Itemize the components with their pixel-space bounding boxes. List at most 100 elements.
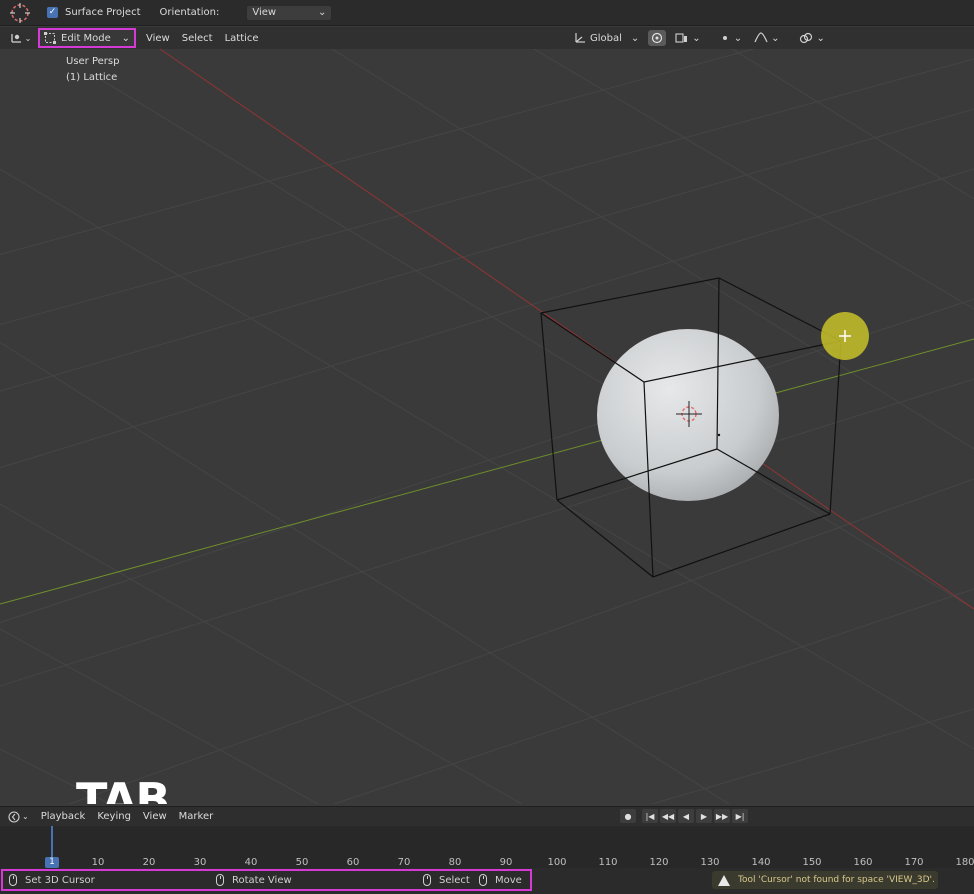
frame-number: 70 — [397, 857, 411, 868]
frame-number: 130 — [700, 857, 720, 868]
frame-number: 110 — [598, 857, 618, 868]
pivot-point-button[interactable] — [648, 30, 667, 46]
frame-number: 40 — [244, 857, 258, 868]
hint-move: Move — [479, 874, 522, 886]
hint-rotate-view: Rotate View — [216, 874, 292, 886]
cursor-tool-icon[interactable] — [9, 2, 31, 24]
viewport-scene — [0, 49, 974, 804]
object-origin-dot — [717, 433, 721, 437]
surface-project-label: Surface Project — [65, 7, 141, 18]
mode-select[interactable]: Edit Mode ⌄ — [38, 28, 136, 48]
editor-type-button[interactable]: ⌄ — [4, 29, 36, 47]
frame-number: 80 — [448, 857, 462, 868]
frame-number: 100 — [547, 857, 567, 868]
mouse-right-icon — [423, 874, 431, 886]
chevron-down-icon: ⌄ — [733, 32, 743, 44]
hint-set-3d-cursor-label: Set 3D Cursor — [25, 874, 95, 886]
timeline-editor-type-button[interactable]: ⌄ — [8, 810, 29, 823]
current-frame-indicator[interactable]: 1 — [45, 857, 59, 868]
view-name-label: User Persp — [66, 56, 120, 67]
warning-message: Tool 'Cursor' not found for space 'VIEW_… — [738, 875, 935, 885]
frame-ruler[interactable]: 10 20 30 40 50 60 70 80 90 100 110 120 130 140 150 160 1… — [0, 857, 974, 868]
hint-set-3d-cursor: Set 3D Cursor — [9, 874, 95, 886]
frame-number: 20 — [142, 857, 156, 868]
proportional-edit-button[interactable]: ⌄ — [716, 30, 745, 46]
orientation-label: Orientation: — [159, 7, 220, 18]
chevron-down-icon: ⌄ — [22, 812, 29, 821]
timeline-area[interactable]: 10 20 30 40 50 60 70 80 90 100 110 120 130 140 150 160 1… — [0, 826, 974, 868]
y-axis-line — [0, 338, 974, 605]
hint-select-label: Select — [439, 874, 470, 886]
transform-orientation-select[interactable]: Global ⌄ — [570, 30, 642, 46]
hint-move-label: Move — [495, 874, 522, 886]
chevron-down-icon: ⌄ — [630, 32, 640, 44]
play-reverse-button[interactable]: ◀ — [678, 809, 694, 823]
status-hints: Set 3D Cursor Rotate View Select Move — [1, 869, 532, 891]
timeline-header: ⌄ Playback Keying View Marker ● |◀ ◀◀ ◀ … — [0, 806, 974, 826]
frame-number: 170 — [904, 857, 924, 868]
frame-number: 150 — [802, 857, 822, 868]
warning-icon — [718, 874, 730, 886]
frame-number: 120 — [649, 857, 669, 868]
menu-lattice[interactable]: Lattice — [225, 33, 259, 44]
falloff-curve-icon — [754, 32, 768, 43]
mouse-left-icon — [9, 874, 17, 886]
record-button[interactable]: ● — [620, 809, 636, 823]
header-right-controls: Global ⌄ ⌄ ⌄ ⌄ ⌄ — [570, 27, 828, 49]
jump-keyframe-back-button[interactable]: ◀◀ — [660, 809, 676, 823]
menu-timeline-view[interactable]: View — [143, 811, 167, 822]
tool-settings-bar: ✓ Surface Project Orientation: View ⌄ — [0, 0, 974, 26]
pivot-icon — [652, 32, 663, 44]
status-warning: Tool 'Cursor' not found for space 'VIEW_… — [712, 871, 938, 889]
jump-start-button[interactable]: |◀ — [642, 809, 658, 823]
frame-number: 90 — [499, 857, 513, 868]
clock-icon — [8, 810, 20, 823]
link-icon — [800, 32, 813, 44]
mode-value: Edit Mode — [61, 32, 111, 44]
frame-number: 60 — [346, 857, 360, 868]
chevron-down-icon: ⌄ — [771, 32, 780, 44]
axis-gizmo-icon — [10, 34, 21, 43]
menu-playback[interactable]: Playback — [41, 811, 86, 822]
key-overlay-text: TAB — [76, 773, 170, 804]
menu-select[interactable]: Select — [182, 33, 213, 44]
playhead-line[interactable] — [51, 826, 53, 860]
play-button[interactable]: ▶ — [696, 809, 712, 823]
hint-rotate-view-label: Rotate View — [232, 874, 292, 886]
3d-viewport[interactable]: User Persp (1) Lattice TAB — [0, 49, 974, 804]
frame-number: 140 — [751, 857, 771, 868]
falloff-button[interactable]: ⌄ — [751, 30, 782, 46]
jump-keyframe-forward-button[interactable]: ▶▶ — [714, 809, 730, 823]
object-name-label: (1) Lattice — [66, 72, 118, 83]
proportional-icon — [722, 36, 727, 40]
transform-orientation-value: Global — [590, 32, 622, 44]
snap-element-button[interactable]: ⌄ — [672, 30, 703, 46]
menu-view[interactable]: View — [146, 33, 170, 44]
frame-number: 30 — [193, 857, 207, 868]
floor-grid — [0, 49, 974, 804]
playback-controls: ● |◀ ◀◀ ◀ ▶ ▶▶ ▶| — [620, 809, 748, 823]
orientation-value: View — [252, 7, 277, 18]
chevron-down-icon: ⌄ — [121, 32, 130, 44]
frame-number: 180 — [955, 857, 974, 868]
frame-number: 10 — [91, 857, 105, 868]
sphere-object[interactable] — [597, 329, 779, 501]
overlay-link-button[interactable]: ⌄ — [796, 30, 827, 46]
orientation-select[interactable]: View ⌄ — [246, 4, 333, 21]
status-bar: Set 3D Cursor Rotate View Select Move To… — [0, 868, 974, 894]
menu-keying[interactable]: Keying — [97, 811, 131, 822]
mouse-drag-icon — [479, 874, 487, 886]
menu-marker[interactable]: Marker — [179, 811, 214, 822]
transform-axes-icon — [575, 33, 585, 43]
frame-number: 50 — [295, 857, 309, 868]
jump-end-button[interactable]: ▶| — [732, 809, 748, 823]
snap-icon — [675, 33, 688, 43]
lattice-edit-icon — [44, 32, 56, 44]
chevron-down-icon: ⌄ — [816, 32, 825, 44]
chevron-down-icon: ⌄ — [24, 33, 32, 43]
mouse-middle-icon — [216, 874, 224, 886]
surface-project-checkbox[interactable]: ✓ — [47, 7, 58, 18]
chevron-down-icon: ⌄ — [317, 7, 327, 18]
viewport-header: ⌄ Edit Mode ⌄ View Select Lattice Global… — [0, 27, 974, 49]
chevron-down-icon: ⌄ — [692, 32, 701, 44]
